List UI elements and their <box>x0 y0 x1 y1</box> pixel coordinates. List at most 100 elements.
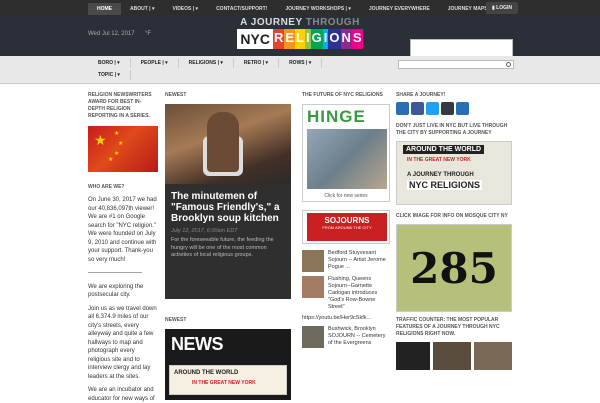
weather-temperature: °F <box>145 31 152 37</box>
hinge-caption[interactable]: Click for new series <box>303 193 389 199</box>
category-nav-item[interactable]: ROWS | ▾ <box>279 58 323 68</box>
top-nav-item[interactable]: VIDEOS | ▾ <box>163 3 207 15</box>
share-buttons <box>396 102 512 115</box>
twitter-icon[interactable] <box>426 102 439 115</box>
traffic-thumbnail[interactable] <box>474 342 512 370</box>
logo-text-through: THROUGH <box>305 17 360 28</box>
search-icon[interactable] <box>506 62 511 67</box>
logo-letter: L <box>295 29 305 49</box>
current-date: Wed Jul 12, 2017 <box>88 31 135 37</box>
incubator-text: We are an incubator and educator for new… <box>88 387 155 402</box>
award-flag-image[interactable]: ★ ★ ★ ★ ★ <box>88 126 158 172</box>
featured-article-photo[interactable] <box>165 104 291 184</box>
mosque-heading: CLICK IMAGE FOR INFO ON MOSQUE CITY NY <box>396 213 508 219</box>
star-icon: ★ <box>114 151 120 157</box>
atw-around-text: AROUND THE WORLD <box>403 145 485 154</box>
sojourns-title: SOJOURNS <box>324 216 370 225</box>
list-item-title[interactable]: Flushing, Queens Sojourn--Garnette Cadog… <box>328 276 390 311</box>
top-nav-menu: HOME ABOUT | ▾ VIDEOS | ▾ CONTACT/SUPPORT! J… <box>88 3 503 15</box>
login-button[interactable]: ▮ LOGIN <box>486 2 518 14</box>
list-item-title[interactable]: Bushwick, Brooklyn SOJOURN -- Cemetery o… <box>328 326 390 348</box>
atw-sub-text: IN THE GREAT NEW YORK <box>407 157 471 163</box>
featured-article-title[interactable]: The minutemen of "Famous Friendly's," a … <box>165 184 291 224</box>
sojourns-subtitle: FROM AROUND THE CITY <box>322 225 372 230</box>
future-heading: THE FUTURE OF NYC RELIGIONS <box>302 92 383 98</box>
category-nav-row-2: TOPIC | ▾ <box>88 70 131 80</box>
category-nav-item[interactable]: PEOPLE | ▾ <box>131 58 179 68</box>
category-nav-row-1: BORO | ▾ PEOPLE | ▾ RELIGIONS | ▾ RETRO | ▾… <box>88 58 323 68</box>
search-input[interactable] <box>398 60 514 69</box>
future-column: THE FUTURE OF NYC RELIGIONS HINGE Click … <box>302 92 390 400</box>
list-item[interactable]: Bushwick, Brooklyn SOJOURN -- Cemetery o… <box>302 326 390 348</box>
who-are-we-text: On June 30, 2017 we had our 40,836,097th… <box>88 197 157 263</box>
logo-letter: G <box>310 29 323 49</box>
category-nav-item[interactable]: RELIGIONS | ▾ <box>179 58 234 68</box>
list-item[interactable]: Bedford Stuyvesant Sojourn -- Artist Jer… <box>302 250 390 272</box>
star-icon: ★ <box>94 132 107 148</box>
newest-heading: NEWEST <box>165 92 187 98</box>
logo-text-a-journey: A JOURNEY <box>240 17 303 28</box>
list-item-thumbnail[interactable] <box>302 276 324 298</box>
newest-heading-2: NEWEST <box>165 317 187 323</box>
hinge-series-banner[interactable]: HINGE Click for new series <box>302 104 390 202</box>
news-word: NEWS <box>171 334 224 354</box>
left-sidebar: RELIGION NEWSWRITERS AWARD FOR BEST IN-D… <box>88 92 158 402</box>
traffic-thumbnail[interactable] <box>433 342 471 370</box>
mosque-city-banner[interactable]: 285 <box>396 224 512 312</box>
postsecular-text: We are exploring the postsecular city. <box>88 283 144 299</box>
right-sidebar: SHARE A JOURNEY! DON'T JUST LIVE IN NYC … <box>396 92 512 400</box>
list-item-title[interactable]: Bedford Stuyvesant Sojourn -- Artist Jer… <box>328 250 390 272</box>
email-icon[interactable] <box>396 102 409 115</box>
atw-nyc-text: NYC RELIGIONS <box>407 180 483 190</box>
top-nav-item[interactable]: HOME <box>88 3 121 15</box>
traffic-thumbnails <box>396 342 512 370</box>
logo-letter: S <box>351 29 363 49</box>
category-nav-item[interactable]: RETRO | ▾ <box>234 58 280 68</box>
traffic-thumbnail[interactable] <box>396 342 430 370</box>
top-nav-item[interactable]: JOURNEY WORKSHOPS | ▾ <box>276 3 360 15</box>
featured-article[interactable]: The minutemen of "Famous Friendly's," a … <box>165 104 291 299</box>
share-icon[interactable] <box>456 102 469 115</box>
logo-letter: E <box>284 29 296 49</box>
who-are-we-heading: WHO ARE WE? <box>88 184 125 190</box>
hinge-word: HINGE <box>307 107 366 126</box>
logo-letter: N <box>340 29 352 49</box>
list-item-thumbnail[interactable] <box>302 250 324 272</box>
mosque-number: 285 <box>410 243 498 293</box>
share-heading: SHARE A JOURNEY! <box>396 92 446 98</box>
mission-text: Join us as we travel down all 6,374.9 mi… <box>88 305 157 380</box>
support-banner[interactable]: AROUND THE WORLD IN THE GREAT NEW YORK A… <box>396 141 512 205</box>
news-sub-text: IN THE GREAT NEW YORK <box>192 380 256 386</box>
logo-letter: O <box>328 29 341 49</box>
news-around-the-world-banner[interactable]: NEWS AROUND THE WORLD IN THE GREAT NEW Y… <box>165 329 291 400</box>
top-nav-item[interactable]: CONTACT/SUPPORT! <box>207 3 276 15</box>
site-logo[interactable]: A JOURNEY THROUGH NYC RELIGIONS <box>218 16 382 56</box>
list-item-thumbnail[interactable] <box>302 326 324 348</box>
star-icon: ★ <box>114 131 120 137</box>
logo-letter: R <box>272 29 285 49</box>
top-nav-item[interactable]: JOURNEY EVERYWHERE <box>360 3 439 15</box>
facebook-icon[interactable] <box>411 102 424 115</box>
top-nav-item[interactable]: ABOUT | ▾ <box>121 3 163 15</box>
logo-text-nyc: NYC <box>237 29 273 49</box>
sojourns-banner[interactable]: SOJOURNS FROM AROUND THE CITY <box>302 210 390 244</box>
star-icon: ★ <box>118 141 124 147</box>
star-icon: ★ <box>108 157 114 163</box>
category-nav-item[interactable]: TOPIC | ▾ <box>88 70 131 80</box>
youtube-link[interactable]: https://youtu.be/Her9cSkfk... <box>302 315 390 322</box>
support-heading: DON'T JUST LIVE IN NYC BUT LIVE THROUGH … <box>396 123 508 136</box>
featured-article-date: July 12, 2017, 6:00am EDT <box>171 228 238 234</box>
top-navigation-bar: HOME ABOUT | ▾ VIDEOS | ▾ CONTACT/SUPPORT! J… <box>0 0 600 16</box>
hinge-photo <box>307 129 387 189</box>
divider-line: ————————— <box>88 270 142 276</box>
category-nav-item[interactable]: BORO | ▾ <box>88 58 131 68</box>
atw-journey-text: A JOURNEY THROUGH <box>407 172 474 178</box>
award-heading: RELIGION NEWSWRITERS AWARD FOR BEST IN-D… <box>88 92 152 119</box>
main-content: NEWEST The minutemen of "Famous Friendly… <box>165 92 291 400</box>
traffic-heading: TRAFFIC COUNTER: THE MOST POPULAR FEATUR… <box>396 317 500 337</box>
news-around-text: AROUND THE WORLD <box>174 370 239 376</box>
sojourns-list: Bedford Stuyvesant Sojourn -- Artist Jer… <box>302 250 390 348</box>
logo-text-religions: RELIGIONS <box>272 29 363 49</box>
buffer-icon[interactable] <box>441 102 454 115</box>
list-item[interactable]: Flushing, Queens Sojourn--Garnette Cadog… <box>302 276 390 311</box>
